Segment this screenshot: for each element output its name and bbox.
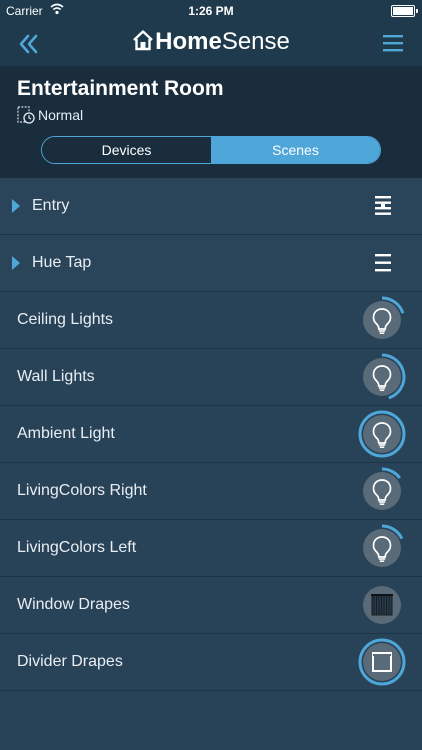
light-bulb-icon[interactable] [358, 296, 406, 344]
open-drapes-icon[interactable] [358, 638, 406, 686]
device-label: Ceiling Lights [17, 311, 114, 328]
device-label: LivingColors Right [17, 482, 147, 499]
device-list: Entry Hue Tap Ceiling Lights Wall Lights… [0, 178, 422, 691]
disclosure-triangle-icon [12, 256, 20, 270]
device-label: Window Drapes [17, 596, 130, 613]
group-label: Entry [32, 197, 70, 214]
view-segmented-control: Devices Scenes [41, 136, 381, 164]
room-header: Entertainment Room Normal Devices Scenes [0, 66, 422, 178]
hue-tap-icon[interactable] [373, 251, 393, 275]
light-bulb-icon[interactable] [358, 524, 406, 572]
device-label: Wall Lights [17, 368, 95, 385]
room-title: Entertainment Room [17, 77, 224, 100]
group-label: Hue Tap [32, 254, 92, 271]
navbar: HomeSense [0, 22, 422, 66]
switch-panel-icon[interactable] [373, 194, 393, 218]
logo-text-home: Home [155, 28, 222, 55]
status-time: 1:26 PM [188, 4, 234, 18]
disclosure-triangle-icon [12, 199, 20, 213]
device-row[interactable]: LivingColors Left [0, 520, 422, 577]
battery-icon [391, 5, 418, 17]
schedule-clock-icon [17, 106, 35, 124]
logo-text-sense: Sense [221, 28, 290, 55]
group-row-hue-tap[interactable]: Hue Tap [0, 235, 422, 292]
app-logo: HomeSense [0, 28, 422, 56]
hamburger-menu-icon [383, 35, 403, 52]
device-row[interactable]: LivingColors Right [0, 463, 422, 520]
device-row[interactable]: Wall Lights [0, 349, 422, 406]
light-bulb-icon[interactable] [358, 353, 406, 401]
closed-drapes-icon[interactable] [358, 581, 406, 629]
house-logo-icon [132, 29, 154, 51]
light-bulb-icon[interactable] [358, 410, 406, 458]
device-label: Divider Drapes [17, 653, 123, 670]
menu-button[interactable] [382, 33, 404, 53]
room-mode-label: Normal [38, 107, 84, 123]
device-row[interactable]: Ambient Light [0, 406, 422, 463]
device-row[interactable]: Window Drapes [0, 577, 422, 634]
light-bulb-icon[interactable] [358, 467, 406, 515]
tab-scenes[interactable]: Scenes [211, 137, 380, 163]
device-row[interactable]: Ceiling Lights [0, 292, 422, 349]
tab-devices[interactable]: Devices [42, 137, 211, 163]
group-row-entry[interactable]: Entry [0, 178, 422, 235]
device-label: Ambient Light [17, 425, 115, 442]
device-label: LivingColors Left [17, 539, 137, 556]
device-row[interactable]: Divider Drapes [0, 634, 422, 691]
status-bar: Carrier 1:26 PM [0, 0, 422, 22]
